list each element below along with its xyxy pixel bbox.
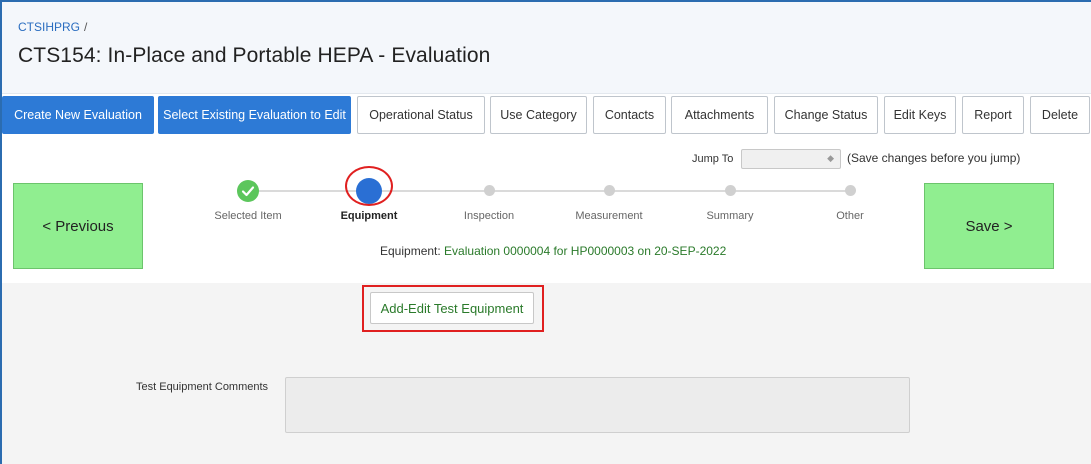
equipment-section [2,283,1091,464]
context-line: Equipment: Evaluation 0000004 for HP0000… [380,244,726,258]
delete-button[interactable]: Delete [1030,96,1090,134]
jump-to-select[interactable]: ◆ [741,149,841,169]
step-label-summary: Summary [706,210,754,222]
edit-keys-button[interactable]: Edit Keys [884,96,956,134]
context-value: Evaluation 0000004 for HP0000003 on 20-S… [444,244,727,258]
save-button[interactable]: Save > [924,183,1054,269]
step-label-equipment: Equipment [340,210,398,222]
breadcrumb-separator: / [84,20,88,34]
annotation-circle [345,166,393,206]
breadcrumb: CTSIHPRG / [18,20,87,34]
create-new-evaluation-button[interactable]: Create New Evaluation [2,96,154,134]
change-status-button[interactable]: Change Status [774,96,878,134]
add-edit-test-equipment-button[interactable]: Add-Edit Test Equipment [370,292,534,324]
jump-hint: (Save changes before you jump) [847,151,1021,165]
breadcrumb-link-ctsihprg[interactable]: CTSIHPRG [18,20,80,34]
context-prefix: Equipment: [380,244,445,258]
contacts-button[interactable]: Contacts [593,96,666,134]
test-equipment-comments-field[interactable] [285,377,910,433]
page-title: CTS154: In-Place and Portable HEPA - Eva… [18,44,491,67]
step-summary-dot[interactable] [725,185,736,196]
step-label-inspection: Inspection [463,210,515,222]
step-selected-item-check-icon[interactable] [237,180,259,202]
select-existing-evaluation-button[interactable]: Select Existing Evaluation to Edit [158,96,351,134]
step-inspection-dot[interactable] [484,185,495,196]
attachments-button[interactable]: Attachments [671,96,768,134]
page-header: CTSIHPRG / CTS154: In-Place and Portable … [2,2,1091,94]
step-label-selected-item: Selected Item [214,210,282,222]
operational-status-button[interactable]: Operational Status [357,96,485,134]
checkmark-icon [241,186,255,197]
jump-to-label: Jump To [692,153,734,165]
step-measurement-dot[interactable] [604,185,615,196]
step-label-measurement: Measurement [575,210,643,222]
previous-button[interactable]: < Previous [13,183,143,269]
select-arrow-icon: ◆ [827,153,834,163]
report-button[interactable]: Report [962,96,1024,134]
step-label-other: Other [836,210,864,222]
use-category-button[interactable]: Use Category [490,96,587,134]
toolbar: Create New Evaluation Select Existing Ev… [2,96,1091,136]
test-equipment-comments-label: Test Equipment Comments [136,381,269,393]
step-other-dot[interactable] [845,185,856,196]
